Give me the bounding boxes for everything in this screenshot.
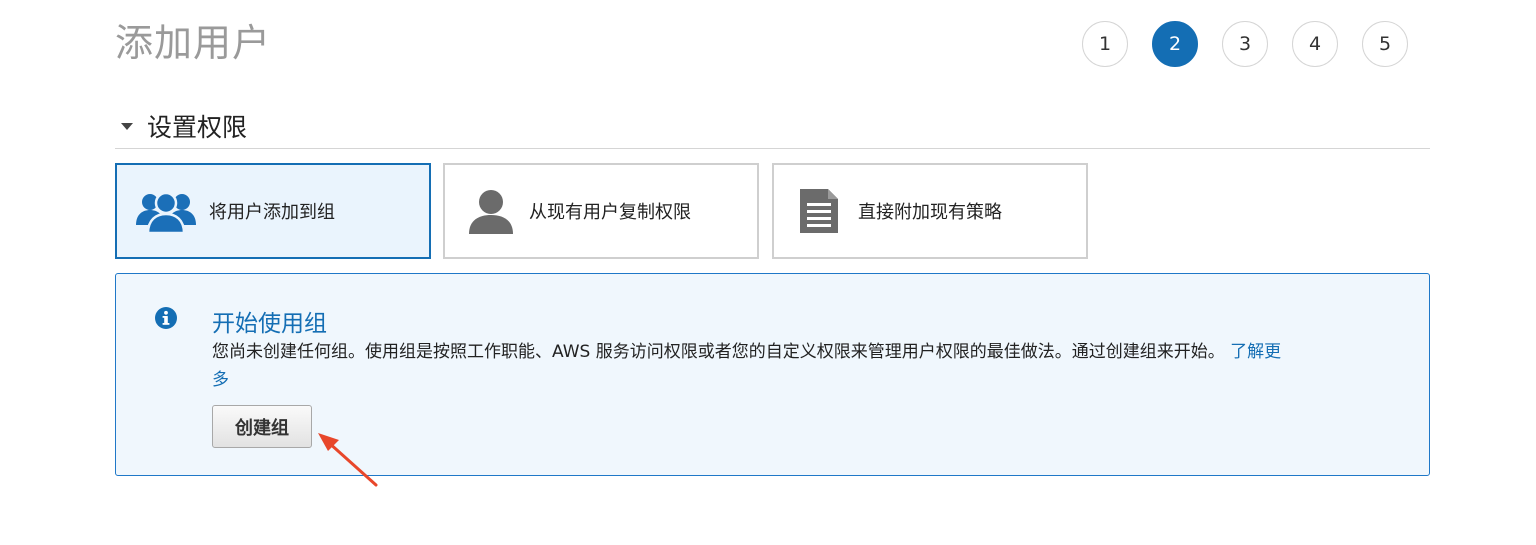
info-body-text: 您尚未创建任何组。使用组是按照工作职能、AWS 服务访问权限或者您的自定义权限来… [212,342,1225,362]
document-icon [798,187,840,235]
option-add-to-group[interactable]: 将用户添加到组 [115,163,431,259]
option-label: 将用户添加到组 [209,202,335,223]
info-panel: 开始使用组 您尚未创建任何组。使用组是按照工作职能、AWS 服务访问权限或者您的… [115,273,1430,476]
step-5[interactable]: 5 [1362,21,1408,67]
option-attach-policies[interactable]: 直接附加现有策略 [772,163,1088,259]
permissions-section-header[interactable]: 设置权限 [115,104,1430,149]
section-title: 设置权限 [147,113,248,142]
step-indicator: 1 2 3 4 5 [1082,21,1408,67]
option-label: 从现有用户复制权限 [529,202,691,223]
page-title: 添加用户 [115,21,272,65]
info-title: 开始使用组 [212,311,327,337]
create-group-button[interactable]: 创建组 [212,405,312,448]
step-1[interactable]: 1 [1082,21,1128,67]
step-3[interactable]: 3 [1222,21,1268,67]
option-label: 直接附加现有策略 [858,202,1002,223]
info-body: 您尚未创建任何组。使用组是按照工作职能、AWS 服务访问权限或者您的自定义权限来… [212,338,1292,394]
group-icon [135,189,197,233]
step-4[interactable]: 4 [1292,21,1338,67]
info-icon [154,306,178,334]
step-2[interactable]: 2 [1152,21,1198,67]
caret-down-icon [121,122,133,130]
option-copy-permissions[interactable]: 从现有用户复制权限 [443,163,759,259]
user-icon [467,188,515,234]
